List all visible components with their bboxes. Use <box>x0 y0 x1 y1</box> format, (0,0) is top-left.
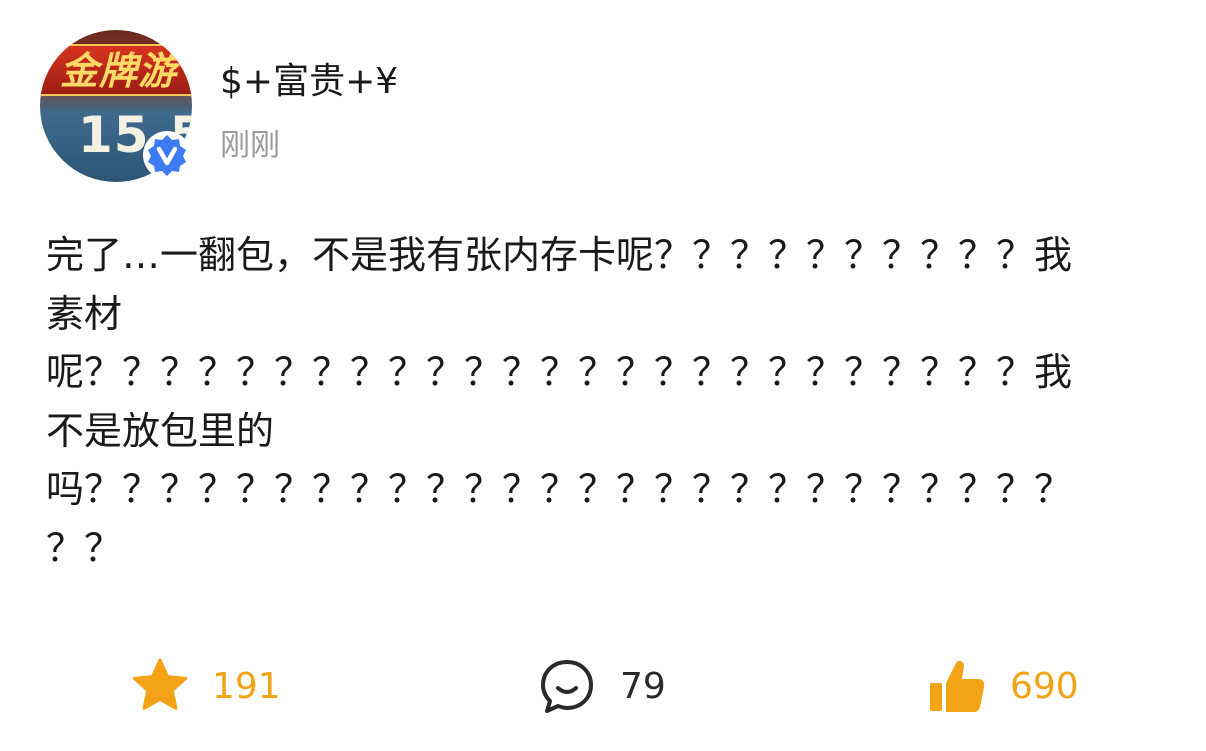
verified-badge-icon <box>143 131 191 179</box>
star-icon <box>132 658 188 710</box>
content-line: 呢？？？？？？？？？？？？？？？？？？？？？？？？？我 <box>46 350 1073 394</box>
like-button[interactable]: 690 <box>926 654 1079 718</box>
comment-count: 79 <box>620 665 666 707</box>
content-line: 完了…一翻包，不是我有张内存卡呢？？？？？？？？？？我 <box>46 233 1073 277</box>
content-line: 吗？？？？？？？？？？？？？？？？？？？？？？？？？？ <box>46 467 1073 511</box>
post-time: 刚刚 <box>220 128 280 163</box>
avatar-banner-text: 金牌游 <box>40 44 192 96</box>
comment-button[interactable]: 79 <box>536 654 666 718</box>
favorite-button[interactable]: 191 <box>130 654 281 718</box>
comment-icon <box>541 660 593 713</box>
thumbs-up-icon <box>930 661 985 712</box>
like-count: 690 <box>1010 665 1079 707</box>
action-bar: 191 79 690 <box>0 654 1206 718</box>
content-line: ？？ <box>46 525 123 570</box>
favorite-count: 191 <box>212 665 281 707</box>
username[interactable]: $+富贵+¥ <box>220 52 398 104</box>
content-line: 素材 <box>46 291 123 336</box>
content-line: 不是放包里的 <box>46 408 275 453</box>
post-content: 完了…一翻包，不是我有张内存卡呢？？？？？？？？？？我 素材 呢？？？？？？？？… <box>46 226 1166 577</box>
